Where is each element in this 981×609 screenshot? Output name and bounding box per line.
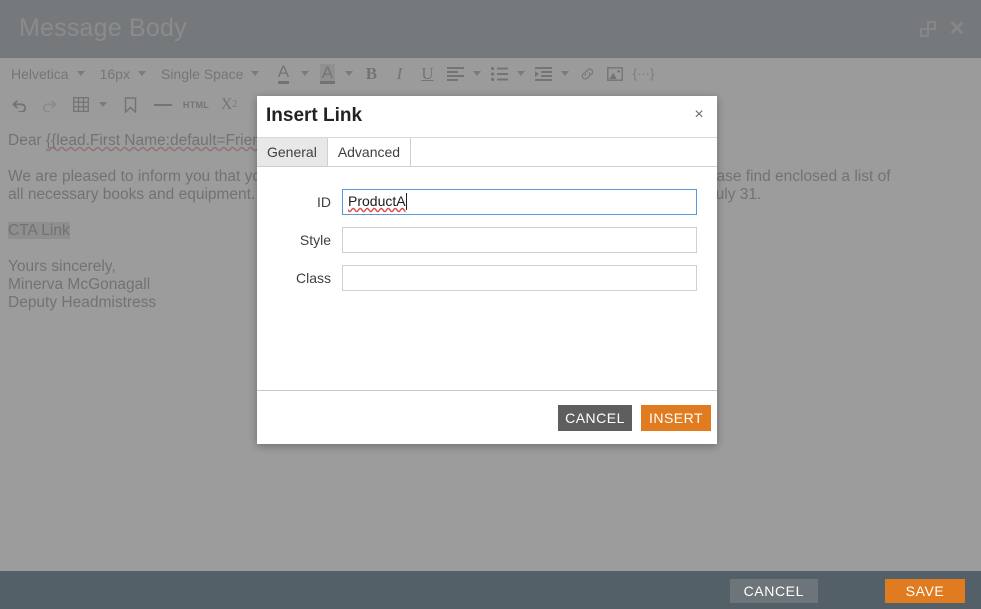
id-field-wrap: ProductA — [342, 189, 697, 215]
close-icon[interactable]: × — [690, 106, 708, 124]
class-field[interactable] — [342, 265, 697, 291]
dialog-body: ID ProductA Style Class — [257, 167, 717, 391]
form-row-class: Class — [257, 265, 717, 291]
window-footer-bar: CANCEL SAVE — [0, 571, 981, 609]
id-field-label: ID — [317, 194, 331, 210]
dialog-header: Insert Link × — [257, 96, 717, 138]
form-row-id: ID ProductA — [257, 189, 717, 215]
insert-link-dialog: Insert Link × General Advanced ID Produc… — [257, 96, 717, 444]
text-caret — [405, 193, 407, 210]
tab-general[interactable]: General — [257, 138, 328, 166]
dialog-tabs: General Advanced — [257, 138, 717, 167]
form-row-style: Style — [257, 227, 717, 253]
dialog-footer: CANCEL INSERT — [257, 391, 717, 444]
id-field[interactable] — [342, 189, 697, 215]
dialog-title: Insert Link — [266, 105, 363, 126]
style-field-label: Style — [299, 232, 331, 248]
style-field[interactable] — [342, 227, 697, 253]
class-field-label: Class — [295, 270, 331, 286]
dialog-cancel-button[interactable]: CANCEL — [558, 405, 632, 431]
dialog-insert-button[interactable]: INSERT — [641, 405, 711, 431]
save-button[interactable]: SAVE — [885, 579, 965, 603]
tab-advanced[interactable]: Advanced — [328, 138, 412, 166]
cancel-button[interactable]: CANCEL — [729, 579, 818, 603]
